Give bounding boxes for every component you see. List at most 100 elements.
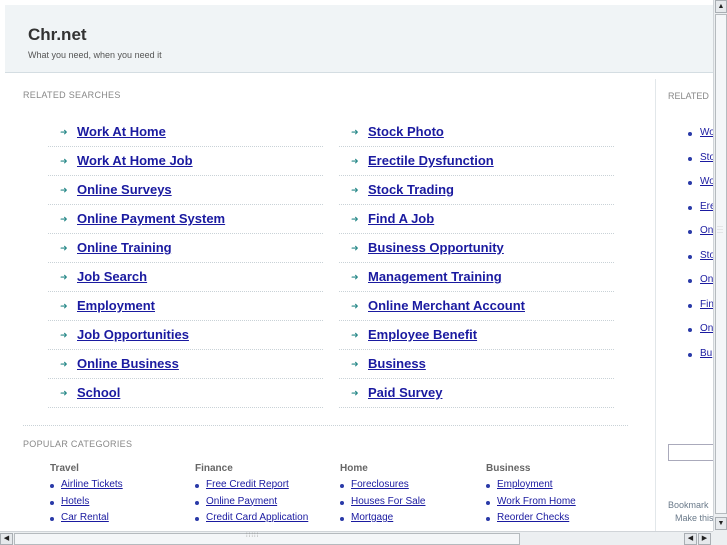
category-link[interactable]: Employment <box>497 479 553 490</box>
sidebar-link[interactable]: Bu <box>700 348 712 359</box>
arrow-right-icon: ➜ <box>60 301 68 311</box>
search-item: ➜ Stock Trading <box>339 176 614 205</box>
category-link[interactable]: Online Payment <box>206 496 277 507</box>
arrow-right-icon: ➜ <box>351 185 359 195</box>
search-link[interactable]: Online Payment System <box>77 211 225 226</box>
search-link[interactable]: Job Opportunities <box>77 327 189 342</box>
scroll-right-icon[interactable]: ▶ <box>698 533 711 545</box>
bullet-icon <box>50 500 54 505</box>
search-link[interactable]: Online Training <box>77 240 172 255</box>
search-item: ➜ Business Opportunity <box>339 234 614 263</box>
scroll-left-icon[interactable]: ◀ <box>0 533 13 545</box>
sidebar-link[interactable]: Fin <box>700 299 714 310</box>
category-link[interactable]: Houses For Sale <box>351 496 425 507</box>
category-link[interactable]: Reorder Checks <box>497 512 569 523</box>
arrow-right-icon: ➜ <box>60 388 68 398</box>
bullet-icon <box>50 517 54 521</box>
arrow-right-icon: ➜ <box>60 272 68 282</box>
category-title: Finance <box>195 463 233 474</box>
search-link[interactable]: Work At Home <box>77 124 166 139</box>
sidebar-link[interactable]: On <box>700 274 713 285</box>
arrow-right-icon: ➜ <box>60 156 68 166</box>
search-link[interactable]: Work At Home Job <box>77 153 193 168</box>
vertical-scroll-thumb[interactable] <box>715 14 727 514</box>
arrow-right-icon: ➜ <box>351 359 359 369</box>
scroll-left-icon-2[interactable]: ◀ <box>684 533 697 545</box>
search-link[interactable]: Management Training <box>368 269 502 284</box>
arrow-right-icon: ➜ <box>351 243 359 253</box>
search-link[interactable]: Stock Trading <box>368 182 454 197</box>
scroll-up-icon[interactable]: ▲ <box>715 0 727 13</box>
search-item: ➜ Online Surveys <box>48 176 323 205</box>
category-item: Mortgage <box>340 512 480 529</box>
scroll-down-icon[interactable]: ▼ <box>715 517 727 530</box>
bullet-icon <box>195 500 199 505</box>
category-link[interactable]: Foreclosures <box>351 479 409 490</box>
category-column: Business Employment Work From Home Reorder … <box>486 463 626 529</box>
vertical-scrollbar[interactable]: ▲ ··· ··· ··· ▼ <box>713 0 727 531</box>
related-searches-right-column: ➜ Stock Photo ➜ Erectile Dysfunction ➜ Stock … <box>339 118 614 408</box>
bullet-icon <box>688 352 692 357</box>
sidebar-link[interactable]: On <box>700 225 713 236</box>
search-link[interactable]: Online Surveys <box>77 182 172 197</box>
category-link[interactable]: Hotels <box>61 496 89 507</box>
site-title[interactable]: Chr.net <box>28 25 87 45</box>
category-item: Foreclosures <box>340 479 480 496</box>
category-link[interactable]: Work From Home <box>497 496 576 507</box>
search-link[interactable]: Business <box>368 356 426 371</box>
bullet-icon <box>688 254 692 259</box>
search-item: ➜ Paid Survey <box>339 379 614 408</box>
bullet-icon <box>688 230 692 234</box>
search-item: ➜ Online Business <box>48 350 323 379</box>
scrollbar-corner <box>713 531 727 545</box>
bullet-icon <box>688 156 692 161</box>
search-link[interactable]: Job Search <box>77 269 147 284</box>
arrow-right-icon: ➜ <box>351 272 359 282</box>
horizontal-scrollbar[interactable]: ◀ ⁞⁞⁞⁞⁞ ◀ ▶ <box>0 531 713 545</box>
category-title: Home <box>340 463 368 474</box>
search-link[interactable]: Erectile Dysfunction <box>368 153 494 168</box>
arrow-right-icon: ➜ <box>60 243 68 253</box>
category-item: Online Payment <box>195 496 335 513</box>
search-link[interactable]: Employment <box>77 298 155 313</box>
related-searches-label: RELATED SEARCHES <box>23 90 121 100</box>
search-link[interactable]: Stock Photo <box>368 124 444 139</box>
arrow-right-icon: ➜ <box>351 301 359 311</box>
site-tagline: What you need, when you need it <box>28 50 162 60</box>
search-link[interactable]: Online Merchant Account <box>368 298 525 313</box>
search-item: ➜ Job Opportunities <box>48 321 323 350</box>
popular-categories-label: POPULAR CATEGORIES <box>23 439 133 449</box>
search-item: ➜ Management Training <box>339 263 614 292</box>
search-link[interactable]: School <box>77 385 120 400</box>
search-link[interactable]: Paid Survey <box>368 385 442 400</box>
arrow-right-icon: ➜ <box>351 156 359 166</box>
bullet-icon <box>195 484 199 488</box>
category-item: Car Rental <box>50 512 190 529</box>
search-link[interactable]: Business Opportunity <box>368 240 504 255</box>
search-item: ➜ Work At Home Job <box>48 147 323 176</box>
category-link[interactable]: Car Rental <box>61 512 109 523</box>
search-item: ➜ School <box>48 379 323 408</box>
horizontal-scroll-thumb[interactable] <box>14 533 520 545</box>
bullet-icon <box>195 517 199 521</box>
horizontal-grip-icon: ⁞⁞⁞⁞⁞ <box>246 533 260 539</box>
bullet-icon <box>486 517 490 521</box>
bookmark-text[interactable]: Bookmark Make this <box>668 499 714 525</box>
bullet-icon <box>340 500 344 505</box>
sidebar-link[interactable]: On <box>700 323 713 334</box>
category-link[interactable]: Airline Tickets <box>61 479 123 490</box>
category-link[interactable]: Credit Card Application <box>206 512 308 523</box>
bookmark-line-2: Make this <box>675 513 714 523</box>
search-item: ➜ Business <box>339 350 614 379</box>
vertical-grip-icon: ··· ··· ··· <box>717 224 723 236</box>
search-link[interactable]: Find A Job <box>368 211 434 226</box>
category-column: Travel Airline Tickets Hotels Car Rental <box>50 463 190 529</box>
search-item: ➜ Online Training <box>48 234 323 263</box>
search-item: ➜ Job Search <box>48 263 323 292</box>
category-title: Travel <box>50 463 79 474</box>
category-link[interactable]: Mortgage <box>351 512 393 523</box>
search-link[interactable]: Employee Benefit <box>368 327 477 342</box>
category-link[interactable]: Free Credit Report <box>206 479 289 490</box>
category-item: Credit Card Application <box>195 512 335 529</box>
search-link[interactable]: Online Business <box>77 356 179 371</box>
